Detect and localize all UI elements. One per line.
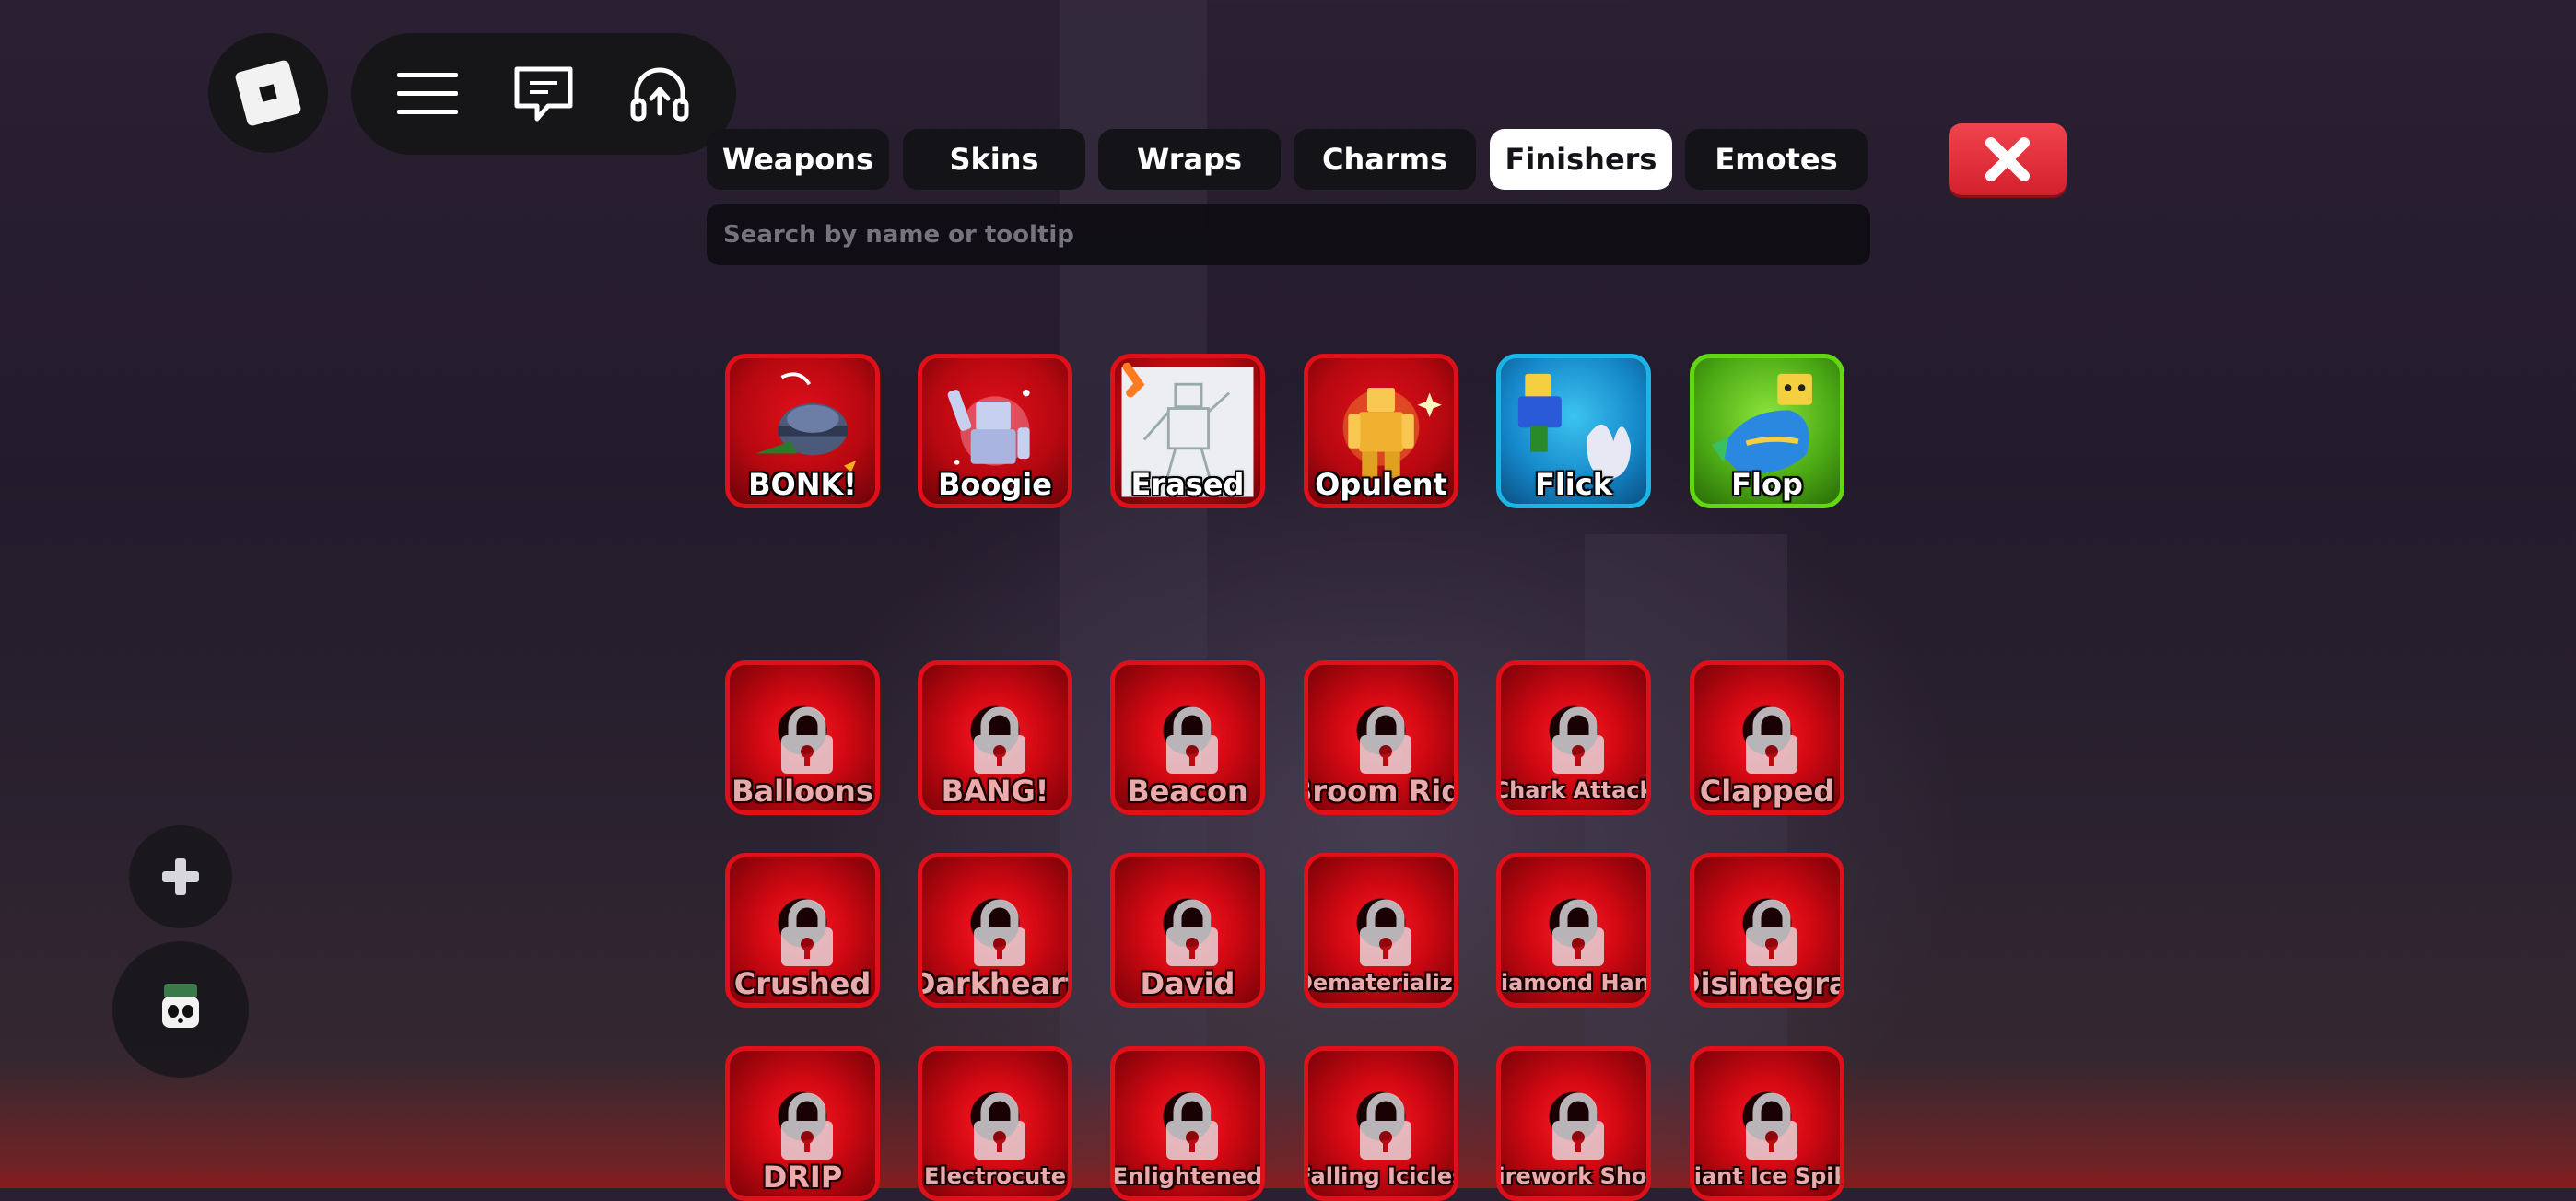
finisher-label: Crushed (733, 966, 872, 1001)
background-floor (0, 1059, 2576, 1188)
chat-icon[interactable] (502, 52, 585, 135)
roblox-logo-icon (234, 59, 302, 127)
finisher-label: Falling Icicles (1304, 1163, 1458, 1189)
lock-icon (781, 706, 833, 774)
lock-icon (1166, 706, 1218, 774)
locked-finisher-card[interactable]: Chark Attack (1496, 660, 1651, 815)
lock-icon (1360, 1092, 1411, 1160)
finisher-label: Darkheart (918, 966, 1072, 1001)
locked-finisher-card[interactable]: Crushed (725, 853, 880, 1008)
search-bar[interactable] (707, 204, 1870, 265)
lock-icon (1552, 706, 1604, 774)
finisher-label: Electrocute (924, 1163, 1066, 1189)
tab-emotes[interactable]: Emotes (1685, 129, 1868, 190)
finisher-card-flick[interactable]: Flick (1496, 354, 1651, 508)
lock-icon (974, 706, 1025, 774)
voice-headset-icon[interactable] (618, 52, 701, 135)
finisher-label: BONK! (748, 467, 857, 502)
lock-icon (1166, 899, 1218, 966)
finisher-label: Disintegrate (1694, 966, 1840, 1001)
locked-finisher-card[interactable]: Clapped (1690, 660, 1844, 815)
locked-finisher-card[interactable]: BANG! (918, 660, 1072, 815)
lock-icon (781, 1092, 833, 1160)
locked-finisher-card[interactable]: Broom Ride (1304, 660, 1458, 815)
finisher-label: Firework Show (1497, 1163, 1647, 1189)
plus-icon (162, 858, 199, 895)
lock-icon (974, 899, 1025, 966)
finisher-label: Erased (1130, 467, 1245, 502)
finisher-card-boogie[interactable]: Boogie (918, 354, 1072, 508)
lock-icon (1552, 899, 1604, 966)
lock-icon (1552, 1092, 1604, 1160)
finisher-label: DRIP (762, 1160, 843, 1195)
finisher-label: Diamond Hands (1500, 970, 1650, 996)
lock-icon (781, 899, 833, 966)
finisher-label: Beacon (1127, 774, 1248, 809)
tab-finishers[interactable]: Finishers (1490, 129, 1672, 190)
add-button[interactable] (129, 825, 232, 928)
locked-finisher-card[interactable]: Disintegrate (1690, 853, 1844, 1008)
lock-icon (1746, 706, 1797, 774)
finisher-label: Opulent (1315, 467, 1447, 502)
finisher-card-flop[interactable]: Flop (1690, 354, 1844, 508)
finisher-label: Giant Ice Spike (1693, 1163, 1840, 1189)
panda-avatar-icon (162, 984, 199, 1028)
finisher-label: Boogie (938, 467, 1052, 502)
finisher-label: Dematerialize (1304, 970, 1454, 996)
finisher-label: Balloons (732, 774, 873, 809)
locked-finisher-card[interactable]: DRIP (725, 1046, 880, 1201)
lock-icon (974, 1092, 1025, 1160)
avatar-button[interactable] (112, 941, 249, 1078)
locked-finisher-card[interactable]: Beacon (1110, 660, 1265, 815)
lock-icon (1746, 1092, 1797, 1160)
locked-finisher-card[interactable]: Electrocute (918, 1046, 1072, 1201)
lock-icon (1360, 706, 1411, 774)
locked-finisher-card[interactable]: Firework Show (1496, 1046, 1651, 1201)
locked-finisher-card[interactable]: Balloons (725, 660, 880, 815)
lock-icon (1746, 899, 1797, 966)
finisher-card-erased[interactable]: Erased (1110, 354, 1265, 508)
locked-finisher-card[interactable]: David (1110, 853, 1265, 1008)
lock-icon (1360, 899, 1411, 966)
hamburger-menu-icon[interactable] (386, 52, 469, 135)
tab-weapons[interactable]: Weapons (707, 129, 889, 190)
roblox-menu-button[interactable] (208, 33, 328, 153)
locked-finisher-card[interactable]: Darkheart (918, 853, 1072, 1008)
finisher-label: Clapped (1699, 774, 1835, 809)
locked-finisher-card[interactable]: Falling Icicles (1304, 1046, 1458, 1201)
locked-finisher-card[interactable]: Diamond Hands (1496, 853, 1651, 1008)
locked-finisher-card[interactable]: Giant Ice Spike (1690, 1046, 1844, 1201)
locked-finisher-card[interactable]: Enlightened (1110, 1046, 1265, 1201)
finisher-label: Flick (1534, 467, 1613, 502)
close-icon (1985, 137, 2030, 181)
finisher-label: David (1140, 966, 1235, 1001)
finisher-card-bonk[interactable]: BONK! (725, 354, 880, 508)
finisher-label: Flop (1731, 467, 1803, 502)
topbar-controls (351, 33, 736, 155)
finisher-label: Enlightened (1112, 1163, 1263, 1189)
search-input[interactable] (721, 220, 1870, 250)
tab-wraps[interactable]: Wraps (1098, 129, 1281, 190)
finisher-card-opulent[interactable]: Opulent (1304, 354, 1458, 508)
close-button[interactable] (1949, 123, 2067, 195)
tab-charms[interactable]: Charms (1294, 129, 1476, 190)
finisher-label: Chark Attack (1496, 777, 1651, 803)
tab-skins[interactable]: Skins (903, 129, 1085, 190)
lock-icon (1166, 1092, 1218, 1160)
finisher-label: BANG! (941, 774, 1049, 809)
locked-finisher-card[interactable]: Dematerialize (1304, 853, 1458, 1008)
finisher-label: Broom Ride (1308, 774, 1454, 809)
